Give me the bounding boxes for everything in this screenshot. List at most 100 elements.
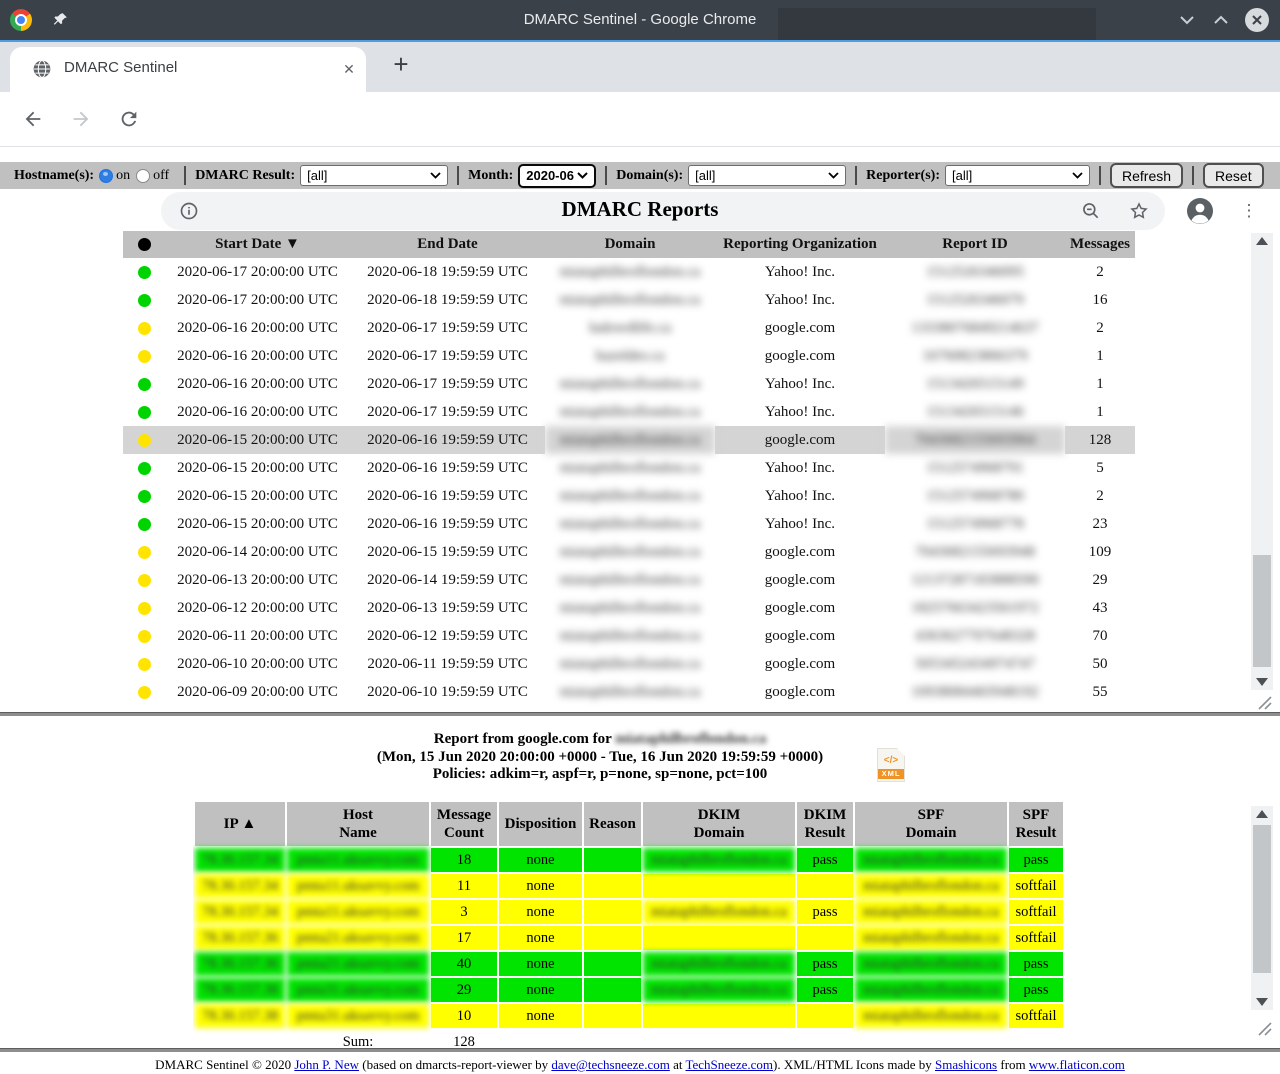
column-header-reporting-organization[interactable]: Reporting Organization [715,231,885,258]
new-tab-button[interactable]: + [386,50,416,80]
report-row[interactable]: 2020-06-14 20:00:00 UTC2020-06-15 19:59:… [123,538,1135,566]
xml-download-icon[interactable]: </> XML [877,748,905,782]
footer-link[interactable]: Smashicons [935,1057,997,1072]
detail-column-header-spf-domain[interactable]: SPF Domain [855,802,1007,846]
redacted-cell: miataphilbroflondon.ca [545,594,715,622]
dmarc-result-select[interactable]: [all] [300,165,448,186]
reset-button[interactable]: Reset [1203,163,1264,188]
window-minimize-button[interactable] [1178,8,1196,32]
report-row[interactable]: 2020-06-17 20:00:00 UTC2020-06-18 19:59:… [123,258,1135,286]
hostname-off-radio[interactable] [136,169,150,183]
detail-cell [643,1004,795,1028]
report-cell: google.com [715,314,885,342]
column-header-report-id[interactable]: Report ID [885,231,1065,258]
report-cell: google.com [715,538,885,566]
reporter-value: [all] [952,168,972,183]
detail-cell: none [499,1004,582,1028]
redacted-cell: miataphilbroflondon.ca [855,926,1007,950]
resize-grip-icon[interactable] [1256,694,1274,710]
column-header-end-date[interactable]: End Date [350,231,545,258]
report-cell: google.com [715,650,885,678]
column-header-domain[interactable]: Domain [545,231,715,258]
report-row[interactable]: 2020-06-15 20:00:00 UTC2020-06-16 19:59:… [123,454,1135,482]
status-cell [123,650,165,678]
filter-divider [1099,166,1101,185]
scroll-down-arrow[interactable] [1251,674,1273,690]
forward-button[interactable] [67,105,95,133]
footer-text: DMARC Sentinel © 2020 [155,1057,294,1072]
detail-cell: 3 [431,900,497,924]
tab-dmarc-sentinel[interactable]: DMARC Sentinel ✕ [10,47,366,92]
scrollbar-thumb[interactable] [1253,825,1271,973]
month-select[interactable]: 2020-06 [518,164,596,188]
column-header-start-date[interactable]: Start Date ▼ [165,231,350,258]
scroll-up-arrow[interactable] [1251,233,1273,249]
report-row[interactable]: 2020-06-15 20:00:00 UTC2020-06-16 19:59:… [123,426,1135,454]
report-row[interactable]: 2020-06-15 20:00:00 UTC2020-06-16 19:59:… [123,482,1135,510]
window-title: DMARC Sentinel - Google Chrome [0,0,1280,40]
detail-column-header-message-count[interactable]: Message Count [431,802,497,846]
column-header-status[interactable] [123,231,165,258]
report-row[interactable]: 2020-06-09 20:00:00 UTC2020-06-10 19:59:… [123,678,1135,706]
report-row[interactable]: 2020-06-15 20:00:00 UTC2020-06-16 19:59:… [123,510,1135,538]
tab-title: DMARC Sentinel [64,59,177,76]
detail-scrollbar[interactable] [1251,806,1273,1010]
report-cell: 2020-06-13 19:59:59 UTC [350,594,545,622]
report-cell: 2020-06-10 20:00:00 UTC [165,650,350,678]
report-row[interactable]: 2020-06-17 20:00:00 UTC2020-06-18 19:59:… [123,286,1135,314]
footer-link[interactable]: TechSneeze.com [685,1057,773,1072]
window-close-button[interactable] [1245,8,1269,32]
tab-close-icon[interactable]: ✕ [338,58,360,80]
reload-button[interactable] [115,105,143,133]
back-button[interactable] [19,105,47,133]
status-cell [123,594,165,622]
filter-toolbar: Hostname(s): on off DMARC Result: [all] … [0,162,1280,189]
detail-cell: 40 [431,952,497,976]
detail-cell [584,926,641,950]
hostname-on-label: on [116,168,130,184]
report-cell: Yahoo! Inc. [715,258,885,286]
footer-link[interactable]: John P. New [294,1057,359,1072]
report-row[interactable]: 2020-06-12 20:00:00 UTC2020-06-13 19:59:… [123,594,1135,622]
detail-column-header-dkim-result[interactable]: DKIM Result [797,802,853,846]
hostname-on-radio[interactable] [99,169,113,183]
scroll-down-arrow[interactable] [1251,994,1273,1010]
detail-cell [584,1004,641,1028]
report-row[interactable]: 2020-06-16 20:00:00 UTC2020-06-17 19:59:… [123,370,1135,398]
detail-cell [643,926,795,950]
report-row[interactable]: 2020-06-16 20:00:00 UTC2020-06-17 19:59:… [123,342,1135,370]
footer-link[interactable]: dave@techsneeze.com [551,1057,669,1072]
refresh-button[interactable]: Refresh [1110,163,1183,188]
detail-column-header-dkim-domain[interactable]: DKIM Domain [643,802,795,846]
dmarc-result-value: [all] [307,168,327,183]
report-cell: 2020-06-17 19:59:59 UTC [350,370,545,398]
detail-column-header-reason[interactable]: Reason [584,802,641,846]
report-row[interactable]: 2020-06-11 20:00:00 UTC2020-06-12 19:59:… [123,622,1135,650]
report-cell: 2020-06-09 20:00:00 UTC [165,678,350,706]
reporter-select[interactable]: [all] [945,165,1090,186]
detail-column-header-spf-result[interactable]: SPF Result [1009,802,1063,846]
hostname-label: Hostname(s): [14,168,94,184]
resize-grip-icon[interactable] [1256,1020,1274,1036]
reports-scrollbar[interactable] [1251,233,1273,690]
window-titlebar: DMARC Sentinel - Google Chrome [0,0,1280,40]
column-header-messages[interactable]: Messages [1065,231,1135,258]
scrollbar-thumb[interactable] [1253,555,1271,667]
chevron-down-icon [577,172,588,179]
report-cell: 23 [1065,510,1135,538]
detail-column-header-ip[interactable]: IP ▲ [195,802,285,846]
report-cell: 1 [1065,342,1135,370]
status-dot-yellow [138,602,151,615]
report-row[interactable]: 2020-06-16 20:00:00 UTC2020-06-17 19:59:… [123,314,1135,342]
report-row[interactable]: 2020-06-10 20:00:00 UTC2020-06-11 19:59:… [123,650,1135,678]
scroll-up-arrow[interactable] [1251,806,1273,822]
detail-column-header-host-name[interactable]: Host Name [287,802,429,846]
domain-select[interactable]: [all] [688,165,846,186]
report-row[interactable]: 2020-06-13 20:00:00 UTC2020-06-14 19:59:… [123,566,1135,594]
footer-link[interactable]: www.flaticon.com [1029,1057,1125,1072]
chevron-down-icon [430,172,441,179]
detail-column-header-disposition[interactable]: Disposition [499,802,582,846]
report-row[interactable]: 2020-06-16 20:00:00 UTC2020-06-17 19:59:… [123,398,1135,426]
window-maximize-button[interactable] [1212,8,1230,32]
status-dot-yellow [138,350,151,363]
